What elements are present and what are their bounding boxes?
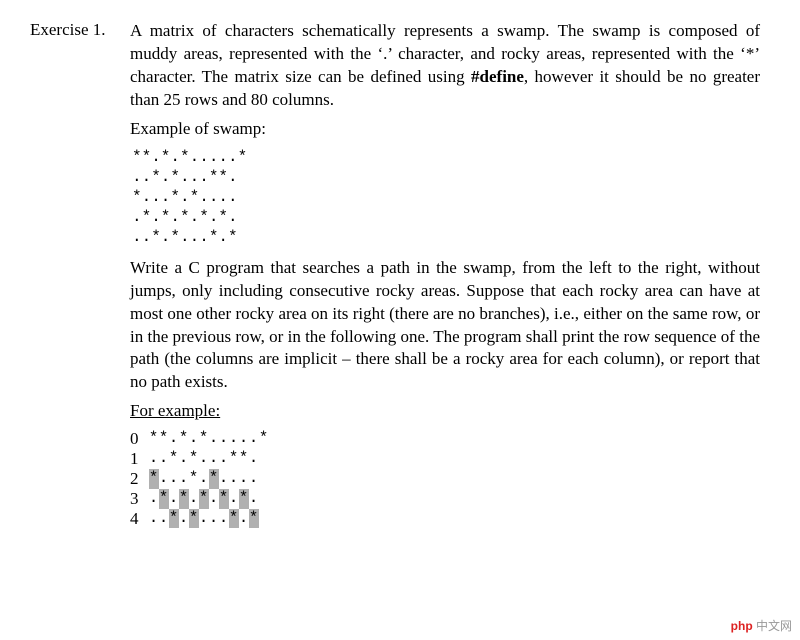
grid-cell: * xyxy=(219,489,229,509)
grid-cell: . xyxy=(229,489,239,509)
grid-cell: . xyxy=(189,429,199,449)
grid-cell: * xyxy=(249,509,259,529)
grid-cell: . xyxy=(219,449,229,469)
paragraph-1: A matrix of characters schematically rep… xyxy=(130,20,760,112)
grid-cell: * xyxy=(179,489,189,509)
grid-cell: * xyxy=(209,469,219,489)
grid-cell: . xyxy=(249,469,259,489)
grid-cell: . xyxy=(249,449,259,469)
grid-cell: . xyxy=(189,489,199,509)
grid-cell: . xyxy=(249,429,259,449)
grid-cell: * xyxy=(189,469,199,489)
grid-row: *...*.*.... xyxy=(149,469,269,489)
grid-row: .*.*.*.*.*. xyxy=(149,489,269,509)
swamp-example-2: 0 1 2 3 4 **.*.*.....*..*.*...**.*...*.*… xyxy=(130,429,760,529)
grid-cell: * xyxy=(199,489,209,509)
grid-cell: . xyxy=(179,449,189,469)
grid-cell: * xyxy=(159,489,169,509)
grid-cell: . xyxy=(229,469,239,489)
grid-cell: . xyxy=(159,509,169,529)
row-numbers: 0 1 2 3 4 xyxy=(130,429,139,529)
grid-cell: . xyxy=(179,469,189,489)
grid-cell: . xyxy=(219,429,229,449)
grid-cell: . xyxy=(239,509,249,529)
grid-cell: . xyxy=(169,469,179,489)
grid-cell: . xyxy=(159,449,169,469)
grid-cell: * xyxy=(169,509,179,529)
grid-cell: . xyxy=(199,509,209,529)
grid-cell: * xyxy=(189,509,199,529)
watermark: php 中文网 xyxy=(731,617,792,634)
grid-cell: * xyxy=(189,449,199,469)
grid-cell: . xyxy=(209,489,219,509)
grid-row: ..*.*...**. xyxy=(149,449,269,469)
exercise-label: Exercise 1. xyxy=(30,20,130,40)
grid-cell: * xyxy=(239,489,249,509)
grid-cell: * xyxy=(229,509,239,529)
grid-cell: . xyxy=(159,469,169,489)
grid-cell: . xyxy=(229,429,239,449)
grid-cell: . xyxy=(209,449,219,469)
grid-cell: * xyxy=(149,429,159,449)
paragraph-2: Write a C program that searches a path i… xyxy=(130,257,760,395)
example-heading: Example of swamp: xyxy=(130,118,760,141)
grid-cell: . xyxy=(149,449,159,469)
grid-cell: * xyxy=(169,449,179,469)
grid-cell: * xyxy=(199,429,209,449)
grid-cell: * xyxy=(149,469,159,489)
grid-cell: . xyxy=(249,489,259,509)
for-example-heading: For example: xyxy=(130,400,760,423)
swamp-example-1: **.*.*.....* ..*.*...**. *...*.*.... .*.… xyxy=(132,147,760,247)
grid-cell: * xyxy=(239,449,249,469)
grid-cell: . xyxy=(239,469,249,489)
grid-cell: * xyxy=(179,429,189,449)
grid-cell: . xyxy=(219,509,229,529)
swamp-grid: **.*.*.....*..*.*...**.*...*.*.....*.*.*… xyxy=(149,429,269,528)
grid-cell: . xyxy=(179,509,189,529)
grid-cell: * xyxy=(259,429,269,449)
grid-cell: . xyxy=(149,509,159,529)
grid-row: **.*.*.....* xyxy=(149,429,269,449)
grid-cell: . xyxy=(149,489,159,509)
grid-cell: . xyxy=(209,429,219,449)
grid-row: ..*.*...*.* xyxy=(149,509,269,529)
grid-cell: . xyxy=(199,469,209,489)
grid-cell: . xyxy=(239,429,249,449)
grid-cell: . xyxy=(169,489,179,509)
grid-cell: . xyxy=(199,449,209,469)
grid-cell: . xyxy=(169,429,179,449)
grid-cell: * xyxy=(229,449,239,469)
grid-cell: . xyxy=(219,469,229,489)
grid-cell: . xyxy=(209,509,219,529)
grid-cell: * xyxy=(159,429,169,449)
